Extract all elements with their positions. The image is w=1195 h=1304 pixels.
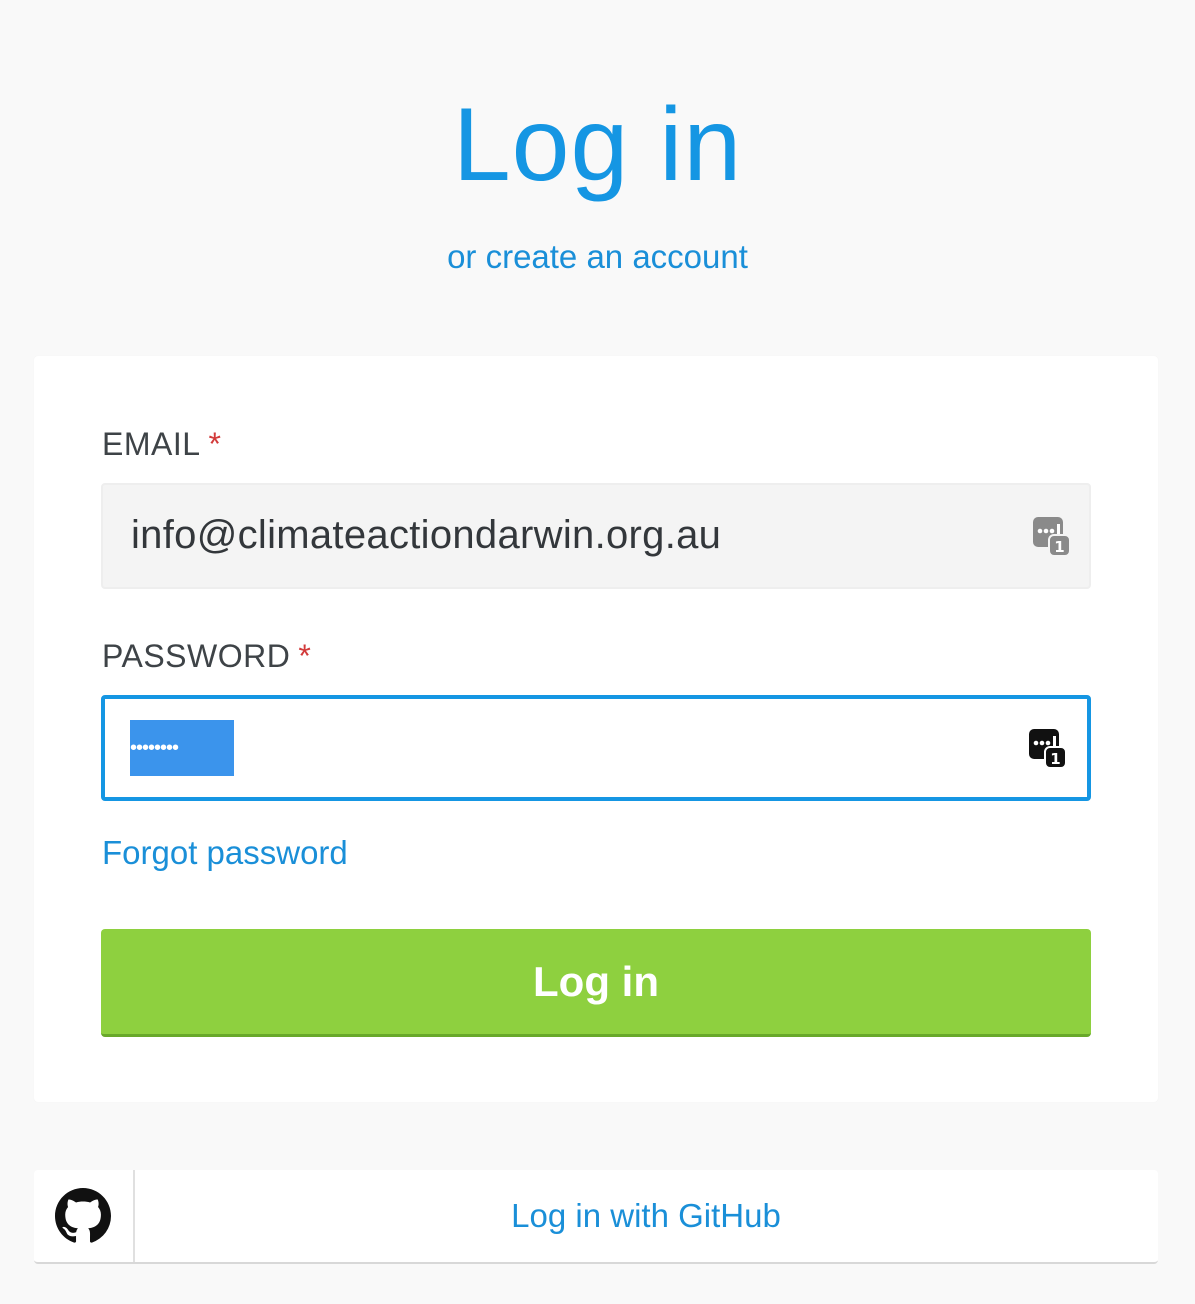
svg-text:1: 1 bbox=[1054, 538, 1064, 556]
password-manager-icon[interactable]: 1 bbox=[1029, 727, 1067, 769]
password-label-text: PASSWORD bbox=[102, 638, 291, 674]
svg-text:1: 1 bbox=[1050, 750, 1060, 768]
password-masked-value: •••••••• bbox=[130, 720, 234, 776]
email-label: EMAIL * bbox=[102, 426, 221, 463]
password-label: PASSWORD * bbox=[102, 638, 311, 675]
page-title: Log in bbox=[452, 87, 743, 203]
github-login-button[interactable]: Log in with GitHub bbox=[34, 1170, 1158, 1264]
github-icon bbox=[55, 1188, 111, 1243]
login-form-card: EMAIL * info@climateactiondarwin.org.au 1… bbox=[34, 356, 1158, 1102]
email-value: info@climateactiondarwin.org.au bbox=[131, 513, 722, 557]
login-page: Log in or create an account EMAIL * info@… bbox=[0, 0, 1195, 1304]
login-button[interactable]: Log in bbox=[101, 929, 1091, 1037]
email-required-marker: * bbox=[208, 426, 222, 462]
email-label-text: EMAIL bbox=[102, 426, 201, 462]
create-account-link[interactable]: or create an account bbox=[0, 238, 1195, 276]
password-manager-icon[interactable]: 1 bbox=[1033, 515, 1071, 557]
github-login-label: Log in with GitHub bbox=[511, 1197, 781, 1234]
email-field[interactable]: info@climateactiondarwin.org.au 1 bbox=[101, 483, 1091, 589]
github-icon-container bbox=[34, 1170, 135, 1262]
forgot-password-link[interactable]: Forgot password bbox=[102, 834, 348, 872]
password-field[interactable]: •••••••• 1 bbox=[101, 695, 1091, 801]
password-required-marker: * bbox=[298, 638, 312, 674]
